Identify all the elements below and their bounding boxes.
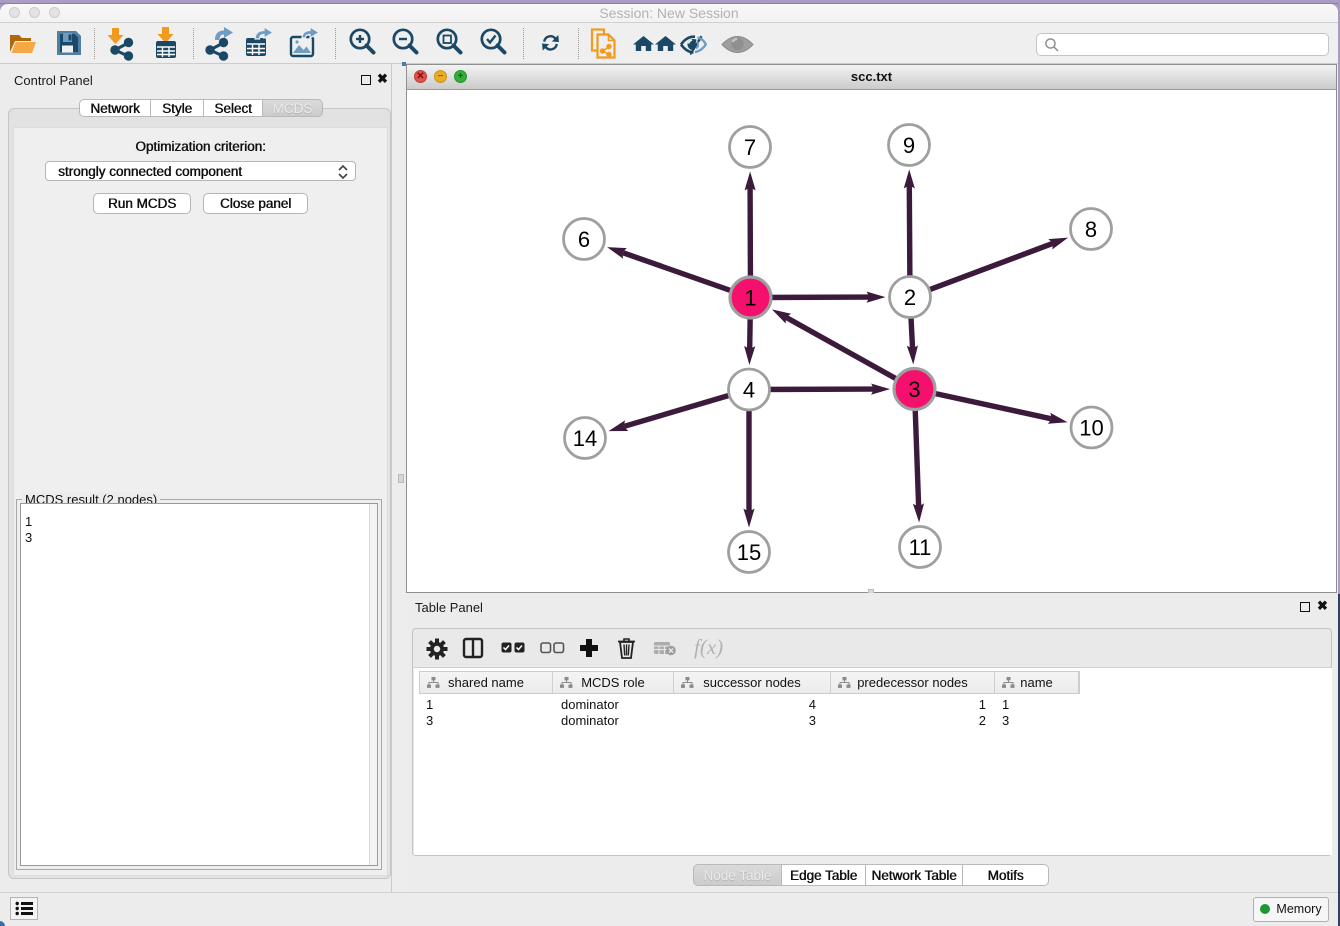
svg-text:8: 8 [1085, 217, 1097, 242]
svg-text:14: 14 [573, 426, 597, 451]
svg-text:10: 10 [1079, 415, 1103, 440]
svg-text:15: 15 [737, 540, 761, 565]
svg-text:1: 1 [744, 285, 756, 310]
svg-text:11: 11 [909, 535, 932, 560]
svg-text:4: 4 [743, 377, 755, 402]
svg-text:7: 7 [744, 135, 756, 160]
svg-text:9: 9 [903, 133, 915, 158]
svg-text:6: 6 [578, 227, 590, 252]
svg-text:3: 3 [908, 377, 920, 402]
svg-text:2: 2 [904, 285, 916, 310]
